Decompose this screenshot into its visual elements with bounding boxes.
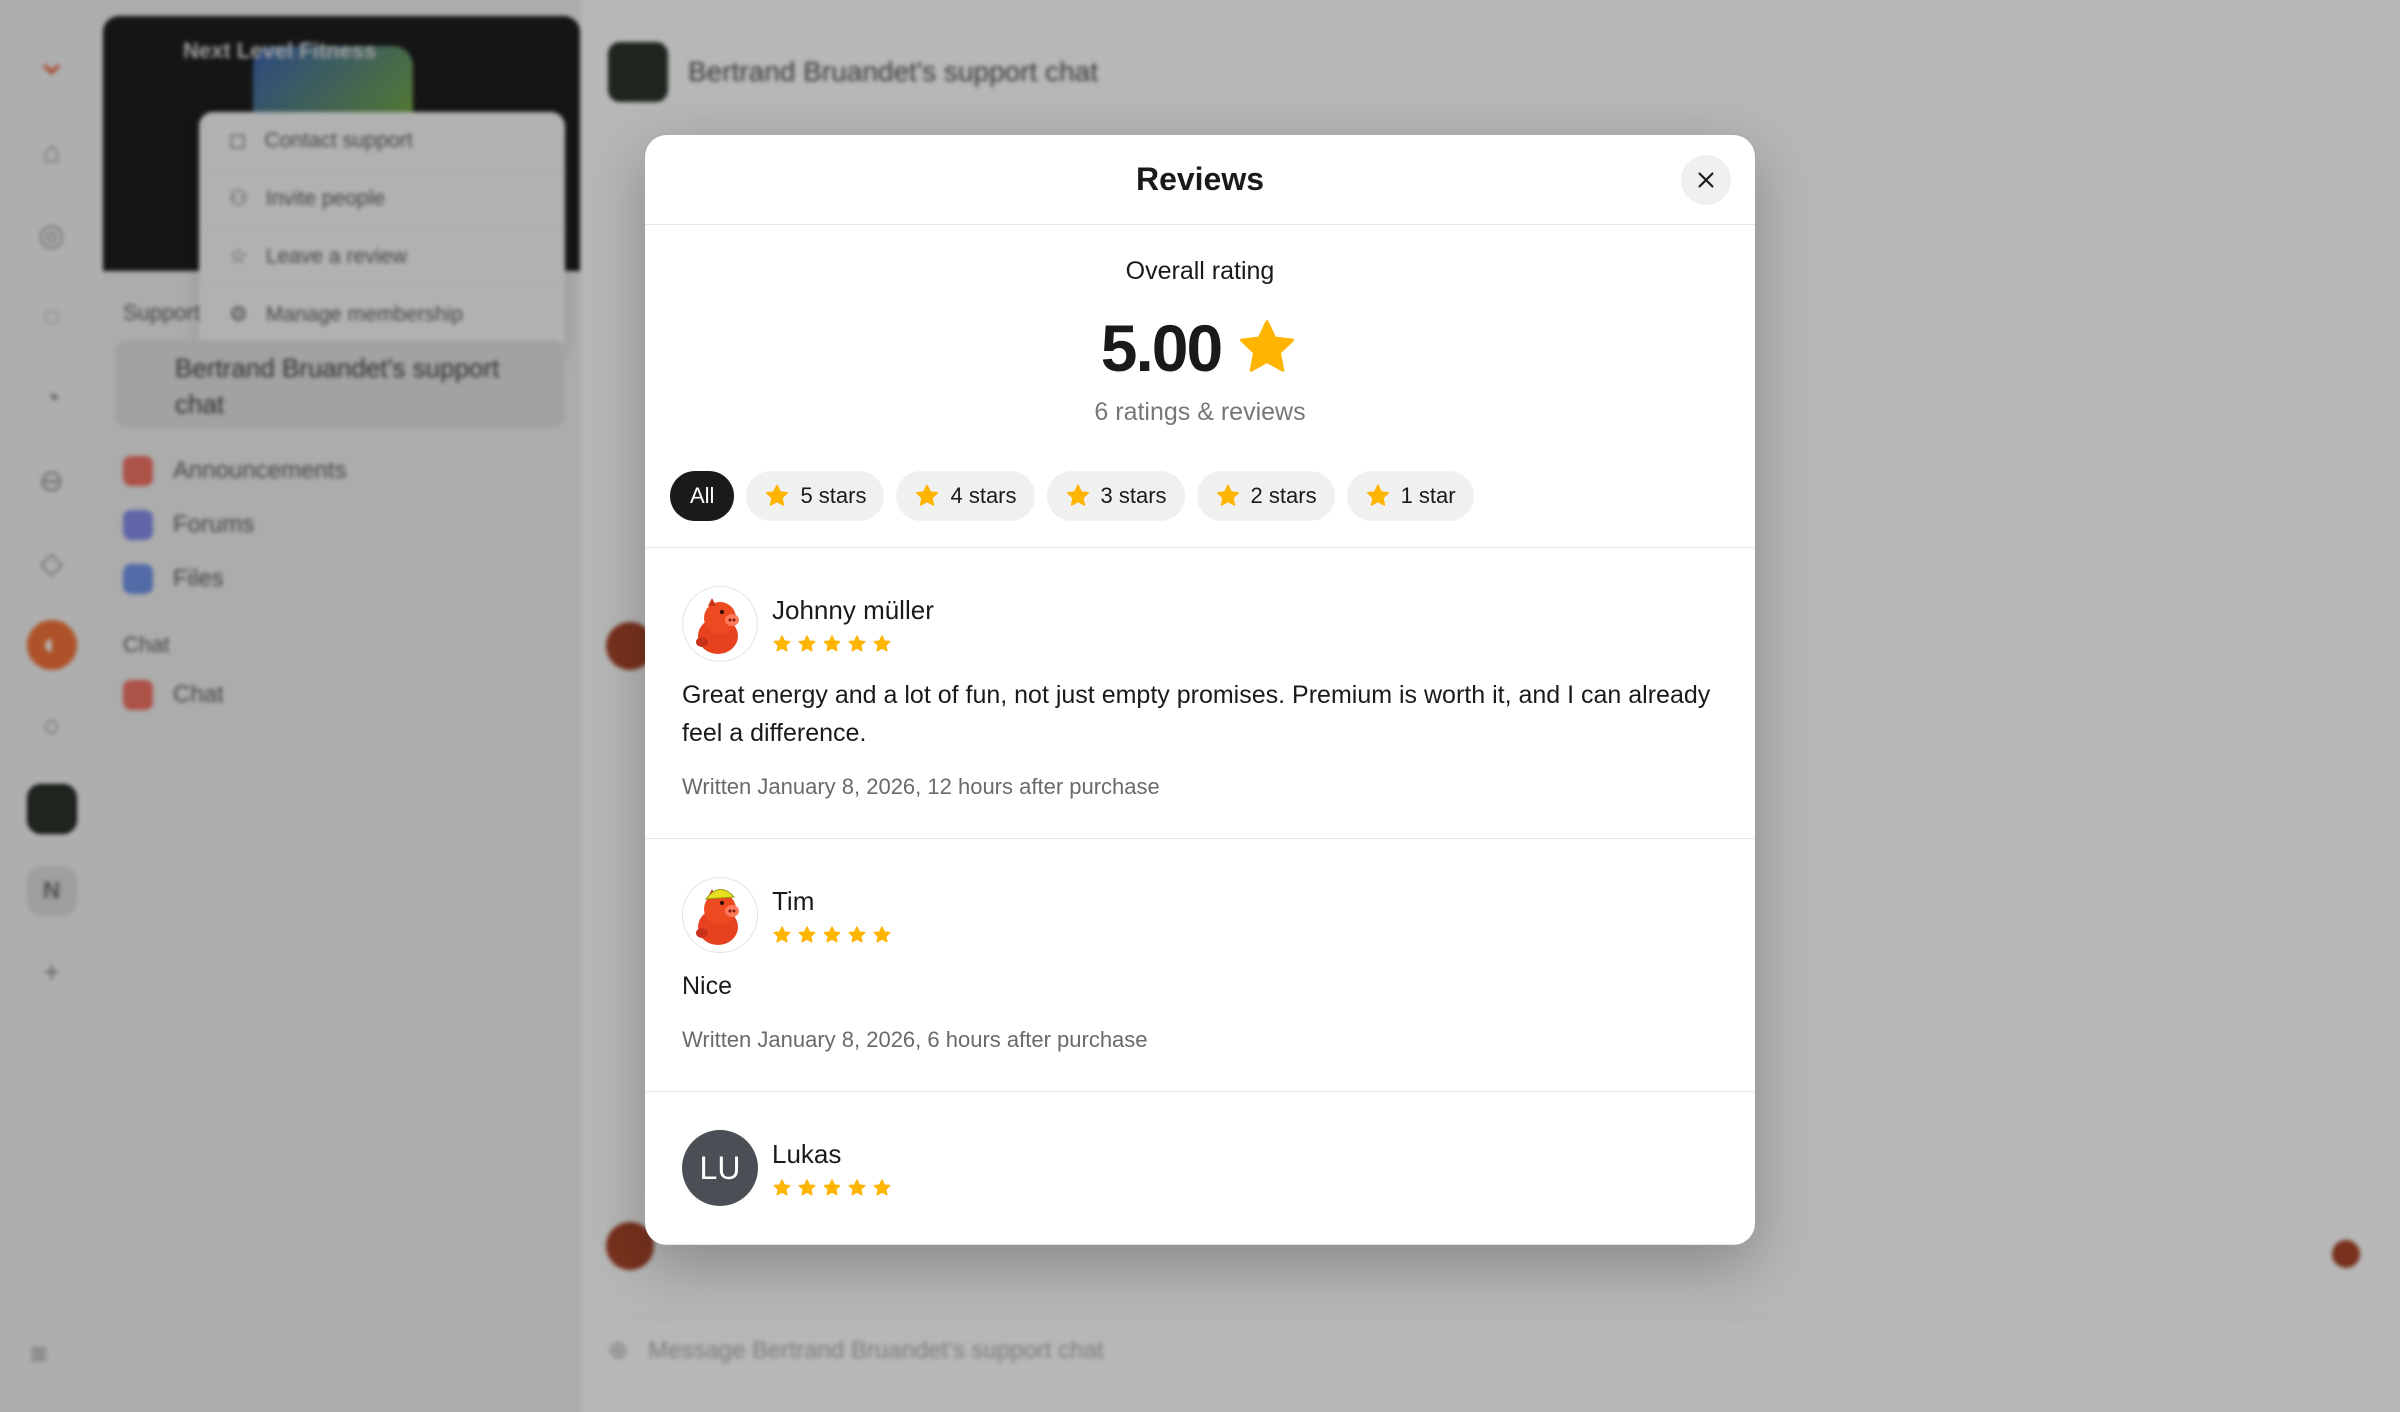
review-card: Johnny müller Great energy and a lot of … — [645, 548, 1755, 839]
filter-chip[interactable]: 5 stars — [746, 471, 885, 521]
modal-title: Reviews — [1135, 161, 1265, 197]
filter-chip[interactable]: 2 stars — [1196, 471, 1335, 521]
review-card: LU Lukas — [645, 1092, 1755, 1245]
star-icon — [873, 925, 891, 942]
filter-chip-label: 3 stars — [1100, 483, 1167, 508]
star-icon — [1240, 320, 1295, 372]
star-icon — [1216, 484, 1239, 506]
review-header: Tim — [682, 877, 1718, 953]
close-icon — [1698, 172, 1714, 188]
reviewer-name[interactable]: Lukas — [772, 1139, 892, 1170]
star-icon — [873, 1178, 891, 1195]
reviewer-name[interactable]: Johnny müller — [772, 595, 934, 626]
user-avatar[interactable] — [682, 586, 758, 662]
ratings-count: 6 ratings & reviews — [1094, 398, 1306, 426]
overall-rating-label: Overall rating — [1125, 257, 1275, 285]
star-icon — [798, 925, 816, 942]
star-icon — [916, 484, 939, 506]
reviewer-name[interactable]: Tim — [772, 886, 892, 917]
filter-chip-label: 5 stars — [800, 483, 867, 508]
review-stars — [772, 925, 892, 945]
filter-chip-label: 2 stars — [1250, 483, 1317, 508]
rating-filter-bar: All 5 stars 4 stars 3 stars 2 stars 1 star — [645, 471, 1755, 521]
star-icon — [798, 1178, 816, 1195]
rating-summary: Overall rating 5.00 6 ratings & reviews — [645, 225, 1755, 427]
filter-chip[interactable]: 3 stars — [1046, 471, 1185, 521]
reviews-modal: Reviews Overall rating 5.00 6 ratings & … — [645, 135, 1755, 1245]
star-icon — [823, 634, 841, 651]
star-icon — [766, 484, 789, 506]
star-icon — [823, 1178, 841, 1195]
modal-header: Reviews — [645, 135, 1755, 225]
filter-chip[interactable]: All — [670, 471, 735, 521]
overall-score: 5.00 — [1100, 311, 1223, 385]
pig-avatar-icon — [683, 587, 757, 661]
score-row: 5.00 — [645, 310, 1755, 386]
review-text: Nice — [682, 972, 733, 1000]
star-icon — [1066, 484, 1089, 506]
filter-chip-label: All — [690, 483, 715, 508]
star-icon — [873, 634, 891, 651]
pig-helmet-avatar-icon — [683, 878, 757, 952]
review-meta: Written January 8, 2026, 6 hours after p… — [682, 1027, 1148, 1052]
star-icon — [798, 634, 816, 651]
filter-chip[interactable]: 4 stars — [896, 471, 1035, 521]
filter-chip-label: 1 star — [1400, 483, 1456, 508]
user-avatar[interactable]: LU — [682, 1130, 758, 1206]
review-header: LU Lukas — [682, 1130, 1718, 1206]
star-icon — [773, 925, 791, 942]
filter-chip-label: 4 stars — [950, 483, 1017, 508]
star-icon — [848, 925, 866, 942]
avatar-initials: LU — [699, 1149, 741, 1186]
review-stars — [772, 1178, 892, 1198]
review-card: Tim Nice Written January 8, 2026, 6 hour… — [645, 839, 1755, 1092]
review-meta: Written January 8, 2026, 12 hours after … — [682, 774, 1160, 799]
star-icon — [823, 925, 841, 942]
star-icon — [773, 634, 791, 651]
star-icon — [848, 1178, 866, 1195]
user-avatar[interactable] — [682, 877, 758, 953]
filter-chip[interactable]: 1 star — [1346, 471, 1474, 521]
star-icon — [848, 634, 866, 651]
review-text: Great energy and a lot of fun, not just … — [682, 681, 1711, 747]
star-icon — [773, 1178, 791, 1195]
close-button[interactable] — [1681, 155, 1731, 205]
review-list: Johnny müller Great energy and a lot of … — [645, 548, 1755, 1245]
review-stars — [772, 634, 934, 654]
star-icon — [1366, 484, 1389, 506]
review-header: Johnny müller — [682, 586, 1718, 662]
